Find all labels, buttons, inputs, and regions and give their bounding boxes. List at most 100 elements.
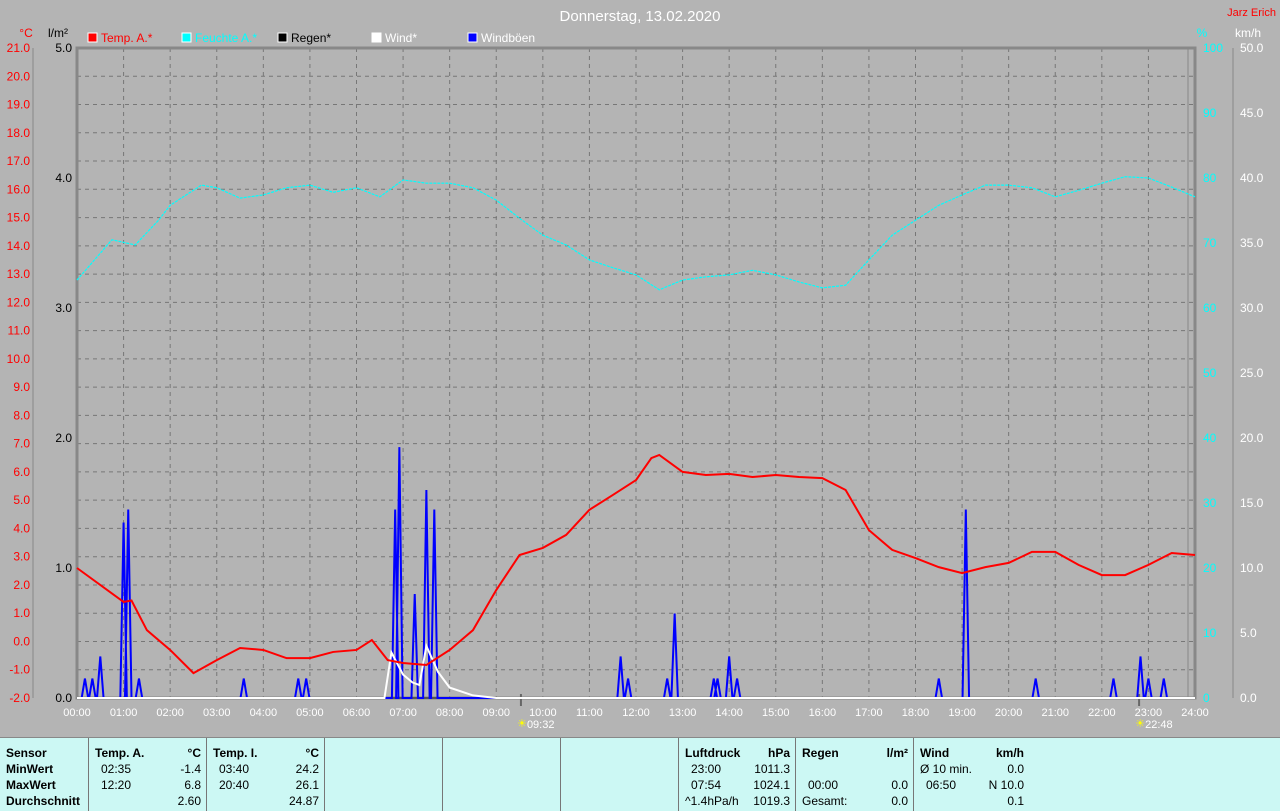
temp-i-min: 24.2 (295, 762, 319, 776)
time-tick-label: 24:00 (1181, 707, 1209, 719)
rain-tick-label: 1.0 (55, 561, 72, 575)
temp-tick-label: -2.0 (9, 691, 30, 705)
humidity-tick-label: 30 (1203, 496, 1217, 510)
time-tick-label: 14:00 (715, 707, 743, 719)
temp-tick-label: 18.0 (7, 126, 31, 140)
temp-tick-label: -1.0 (9, 663, 30, 677)
wind-tick-label: 10.0 (1240, 561, 1264, 575)
humidity-tick-label: 10 (1203, 626, 1217, 640)
legend-swatch (371, 32, 382, 43)
time-tick-label: 20:00 (995, 707, 1023, 719)
time-tick-label: 09:00 (482, 707, 510, 719)
temp-tick-label: 13.0 (7, 267, 31, 281)
temp-tick-label: 15.0 (7, 211, 31, 225)
rain-max: 0.0 (891, 778, 908, 792)
time-tick-label: 13:00 (669, 707, 697, 719)
stats-temp-i: Temp. I. °C 03:40 24.2 20:40 26.1 24.87 (206, 738, 325, 811)
pressure-max-time: 07:54 (691, 778, 722, 792)
pressure-avg: 1019.3 (753, 794, 790, 808)
legend-swatch (87, 32, 98, 43)
time-tick-label: 22:00 (1088, 707, 1116, 719)
time-tick-label: 00:00 (63, 707, 91, 719)
pressure-unit: hPa (767, 746, 790, 760)
chart-title: Donnerstag, 13.02.2020 (560, 8, 721, 25)
time-tick-label: 10:00 (529, 707, 557, 719)
temp-i-title: Temp. I. (213, 746, 258, 760)
rain-time: 00:00 (808, 778, 839, 792)
stats-panel: Sensor MinWert MaxWert Durchschnitt Temp… (0, 737, 1280, 811)
humidity-axis-unit: % (1197, 26, 1208, 40)
sensor-label: Sensor (6, 746, 47, 760)
temp-tick-label: 0.0 (13, 634, 30, 648)
wind-tick-label: 35.0 (1240, 236, 1264, 250)
temp-i-min-time: 03:40 (219, 762, 250, 776)
wind-tick-label: 15.0 (1240, 496, 1264, 510)
rain-tick-label: 3.0 (55, 301, 72, 315)
temp-i-avg: 24.87 (288, 794, 319, 808)
time-tick-label: 07:00 (389, 707, 417, 719)
time-tick-label: 15:00 (762, 707, 790, 719)
temp-a-max-time: 12:20 (101, 778, 132, 792)
time-tick-label: 18:00 (902, 707, 930, 719)
time-tick-label: 11:00 (576, 707, 603, 719)
rain-title: Regen (802, 746, 839, 760)
humidity-tick-label: 70 (1203, 236, 1217, 250)
humidity-tick-label: 20 (1203, 561, 1217, 575)
temp-a-min-time: 02:35 (101, 762, 132, 776)
wind-avg: 0.0 (1007, 762, 1024, 776)
stats-wind: Wind km/h Ø 10 min. 0.0 06:50 N 10.0 0.1 (913, 738, 1030, 811)
author-label: Jarz Erich (1227, 7, 1276, 19)
temp-tick-label: 10.0 (7, 352, 31, 366)
time-tick-label: 04:00 (250, 707, 278, 719)
humidity-tick-label: 40 (1203, 431, 1217, 445)
temp-a-max: 6.8 (184, 778, 201, 792)
temp-a-min: -1.4 (180, 762, 201, 776)
pressure-min: 1011.3 (754, 762, 790, 776)
temp-tick-label: 21.0 (7, 41, 31, 55)
rain-total: 0.0 (891, 794, 908, 808)
wind-axis-unit: km/h (1235, 26, 1261, 40)
time-tick-label: 21:00 (1041, 707, 1069, 719)
humidity-tick-label: 0 (1203, 691, 1210, 705)
legend-label: Temp. A.* (101, 31, 153, 45)
temp-tick-label: 3.0 (13, 550, 30, 564)
temp-tick-label: 8.0 (13, 408, 30, 422)
wind-tick-label: 30.0 (1240, 301, 1264, 315)
temp-axis-unit: °C (19, 26, 33, 40)
temp-tick-label: 14.0 (7, 239, 31, 253)
temp-tick-label: 12.0 (7, 295, 31, 309)
temp-i-max-time: 20:40 (219, 778, 250, 792)
legend-swatch (467, 32, 478, 43)
humidity-tick-label: 90 (1203, 106, 1217, 120)
wind-tick-label: 50.0 (1240, 41, 1264, 55)
wind-tick-label: 5.0 (1240, 626, 1257, 640)
temp-a-unit: °C (187, 746, 201, 760)
sun-time-label: 09:32 (527, 719, 555, 731)
weather-chart: Donnerstag, 13.02.2020 Jarz Erich °C l/m²% k… (7, 7, 1276, 731)
stats-labels: Sensor MinWert MaxWert Durchschnitt (0, 738, 88, 811)
stats-temp-a: Temp. A. °C 02:35 -1.4 12:20 6.8 2.60 (88, 738, 207, 811)
sun-icon: ☀ (1135, 718, 1145, 730)
time-tick-label: 01:00 (110, 707, 138, 719)
temp-tick-label: 17.0 (7, 154, 31, 168)
max-label: MaxWert (6, 778, 56, 792)
temp-i-unit: °C (305, 746, 319, 760)
temp-a-avg: 2.60 (177, 794, 201, 808)
legend-label: Wind* (385, 31, 417, 45)
time-tick-label: 03:00 (203, 707, 231, 719)
humidity-tick-label: 80 (1203, 171, 1217, 185)
temp-tick-label: 7.0 (13, 437, 30, 451)
wind-mean: 0.1 (1007, 794, 1024, 808)
stats-pressure: Luftdruck hPa 23:00 1011.3 07:54 1024.1 ^1.… (678, 738, 796, 811)
rain-unit: l/m² (886, 746, 908, 760)
pressure-min-time: 23:00 (691, 762, 722, 776)
legend-label: Feuchte A.* (195, 31, 257, 45)
rain-total-label: Gesamt: (802, 794, 848, 808)
temp-tick-label: 5.0 (13, 493, 30, 507)
rain-tick-label: 2.0 (55, 431, 72, 445)
time-tick-label: 02:00 (156, 707, 184, 719)
wind-tick-label: 0.0 (1240, 691, 1257, 705)
legend-label: Windböen (481, 31, 535, 45)
time-tick-label: 12:00 (622, 707, 650, 719)
humidity-tick-label: 60 (1203, 301, 1217, 315)
